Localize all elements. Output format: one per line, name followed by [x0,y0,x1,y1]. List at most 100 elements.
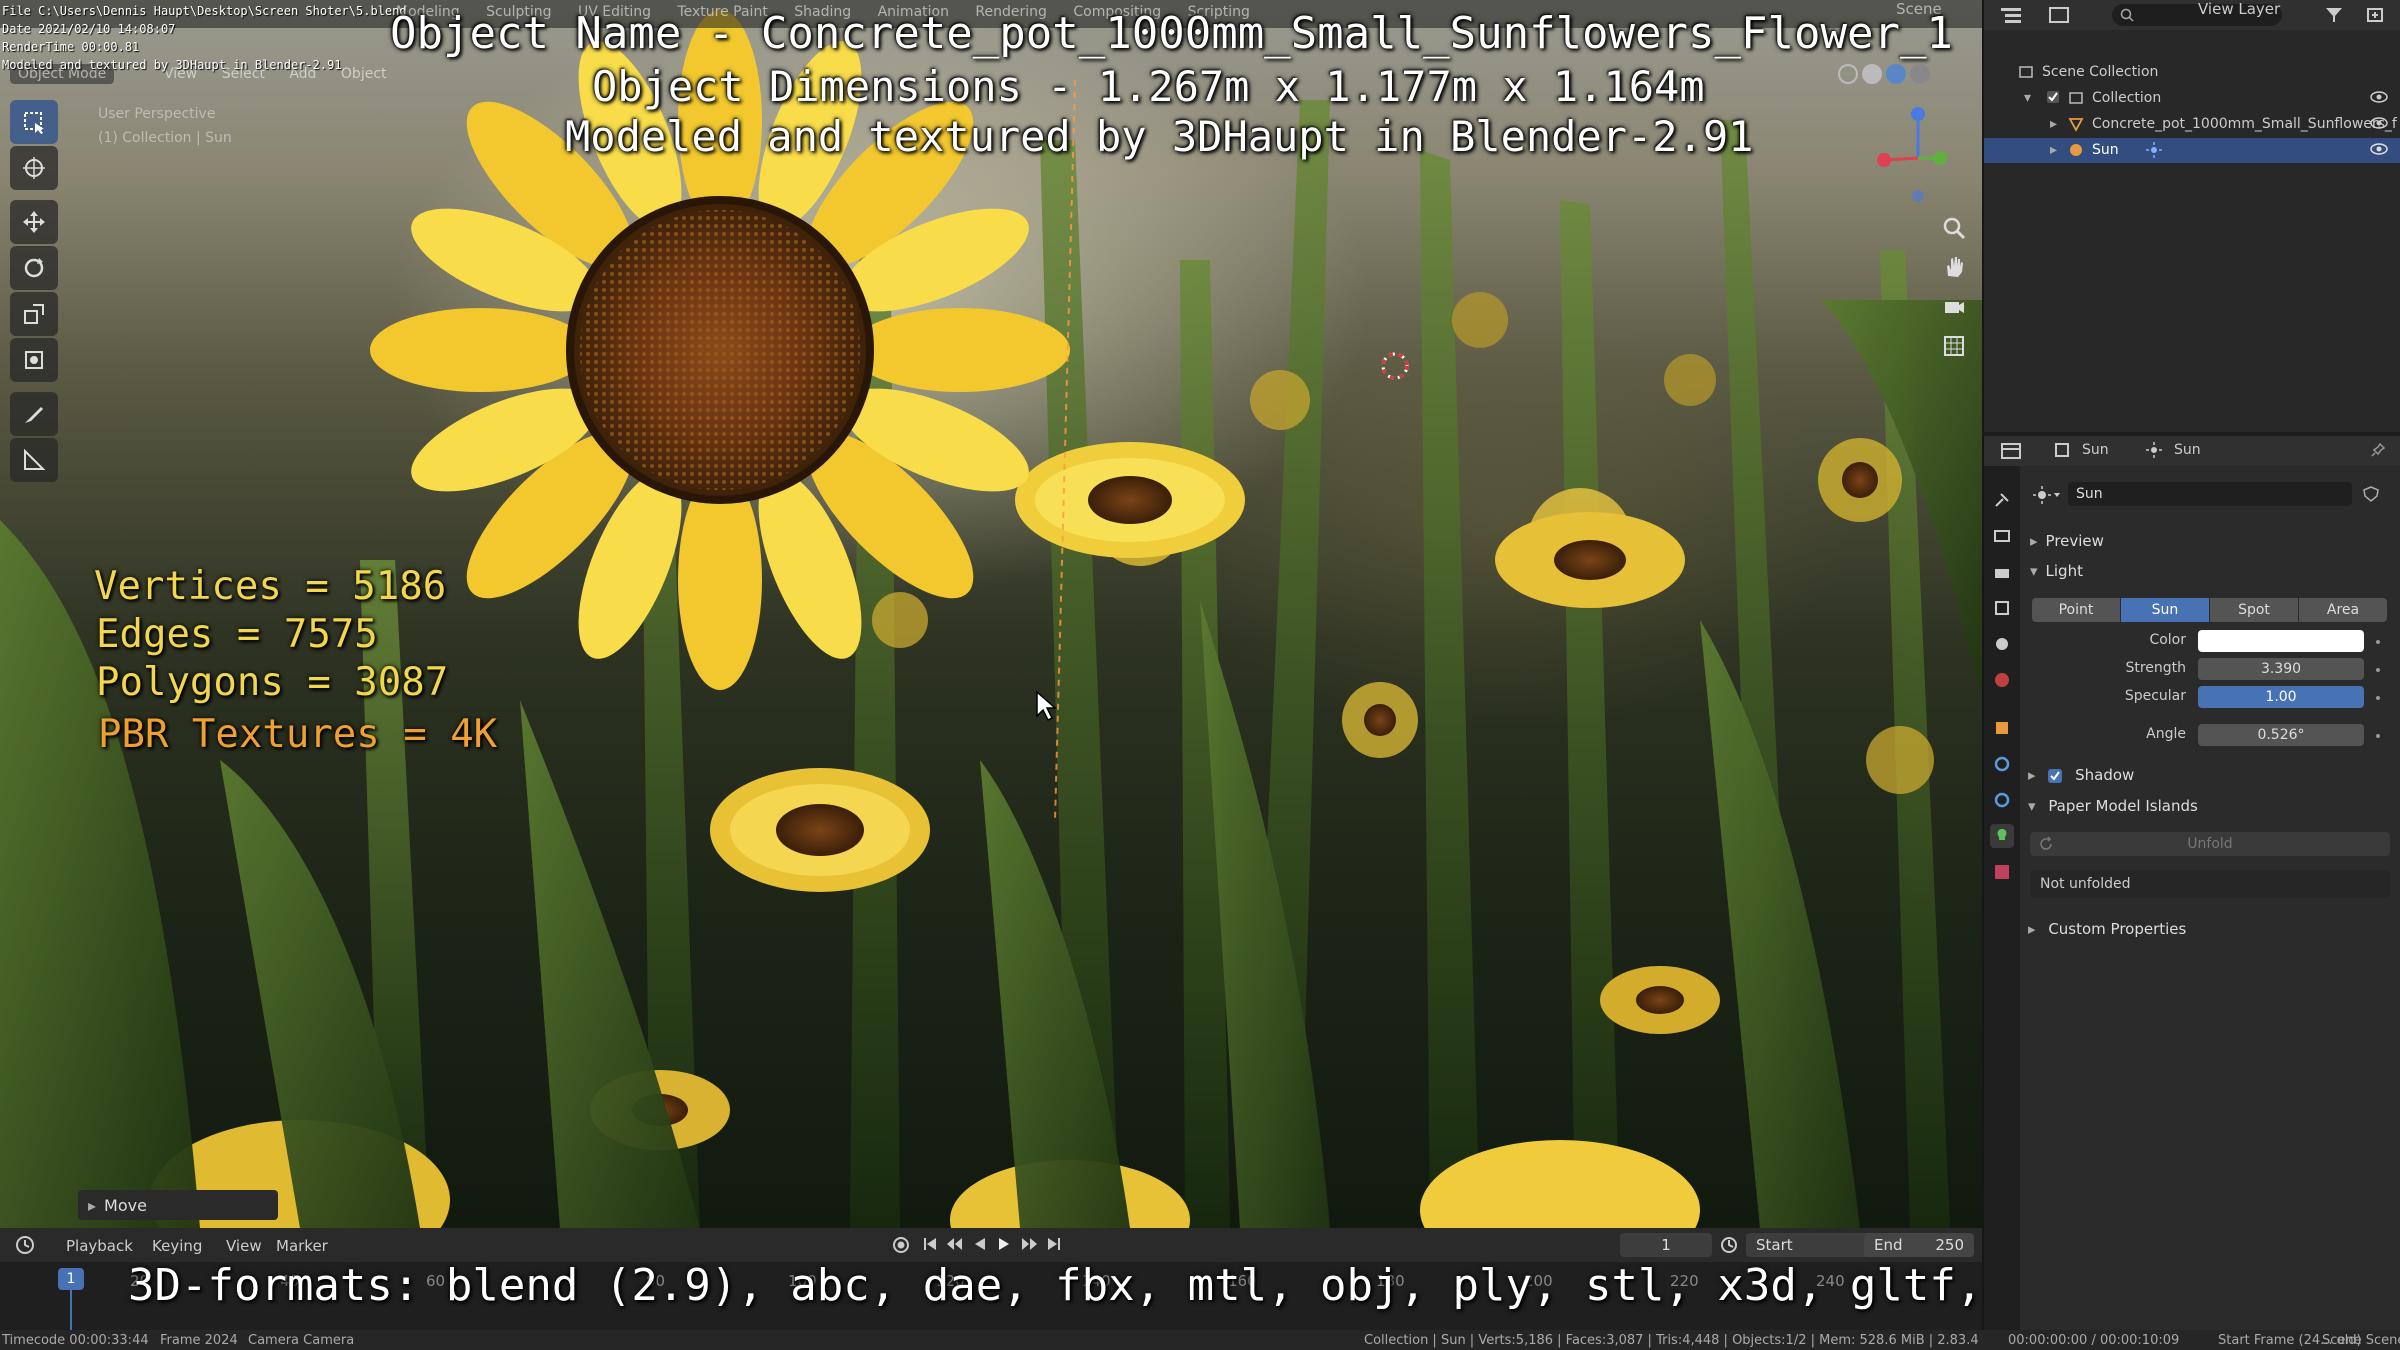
constraints-tab-icon[interactable] [1990,788,2014,812]
angle-field[interactable]: 0.526° [2198,724,2364,746]
play-icon[interactable] [996,1236,1012,1256]
playback-menu[interactable]: Playback [66,1237,133,1255]
shadow-section[interactable]: ▸ Shadow [2028,766,2134,784]
play-reverse-icon[interactable] [972,1236,988,1256]
transform-tool[interactable] [10,338,58,382]
end-frame-field[interactable]: End 250 [1864,1233,1974,1257]
outliner-row-scene-collection[interactable]: Scene Collection [1984,60,2400,85]
keyframe-dot-icon[interactable] [2376,734,2380,738]
modifier-tab-icon[interactable] [1990,752,2014,776]
render-tab-icon[interactable] [1990,524,2014,548]
move-tool[interactable] [10,200,58,244]
measure-tool[interactable] [10,438,58,482]
light-type-area[interactable]: Area [2299,598,2387,622]
output-tab-icon[interactable] [1990,560,2014,584]
light-type-point[interactable]: Point [2032,598,2120,622]
visibility-eye-icon[interactable] [2370,90,2388,104]
end-value: 250 [1935,1236,1964,1254]
preview-range-icon[interactable] [1720,1236,1738,1258]
paper-model-label: Paper Model Islands [2048,797,2198,815]
rendered-shading-icon[interactable] [1910,64,1930,84]
color-swatch[interactable] [2198,630,2364,652]
current-frame-field[interactable]: 1 [1620,1233,1712,1257]
strength-field[interactable]: 3.390 [2198,658,2364,680]
polygons-stat: Polygons = 3087 [96,660,449,705]
wireframe-shading-icon[interactable] [1838,64,1858,84]
scene-stats-text: Collection | Sun | Verts:5,186 | Faces:3… [1364,1333,1979,1348]
camera-view-icon[interactable] [1936,288,1972,324]
material-shading-icon[interactable] [1886,64,1906,84]
jump-start-icon[interactable] [922,1236,938,1256]
keyframe-dot-icon[interactable] [2376,696,2380,700]
move-icon [23,211,45,233]
editor-type-icon[interactable] [2000,6,2022,28]
light-label: Light [2045,562,2083,580]
custom-properties-label: Custom Properties [2048,920,2187,938]
select-box-tool[interactable] [10,100,58,144]
fake-user-shield-icon[interactable] [2362,485,2380,507]
expand-arrow-icon[interactable]: ▸ [2050,142,2057,158]
filter-icon[interactable] [2324,6,2344,28]
light-type-icon[interactable] [2032,485,2062,509]
custom-properties-section[interactable]: ▸ Custom Properties [2028,920,2186,938]
cursor-tool[interactable] [10,146,58,190]
prev-keyframe-icon[interactable] [946,1236,964,1256]
light-section[interactable]: ▾ Light [2030,562,2083,580]
outliner-row-sun[interactable]: ▸ Sun [1984,138,2400,163]
rotate-tool[interactable] [10,246,58,290]
texture-tab-icon[interactable] [1990,860,2014,884]
light-type-sun[interactable]: Sun [2121,598,2209,622]
preview-section[interactable]: ▸ Preview [2030,532,2104,550]
editor-type-icon[interactable] [2000,442,2022,464]
view-layer-tab-icon[interactable] [1990,596,2014,620]
scale-tool[interactable] [10,292,58,336]
edges-stat: Edges = 7575 [96,612,378,657]
checkbox-icon[interactable] [2046,90,2060,108]
datablock-row: Sun [2028,482,2394,508]
sun-label: Sun [2092,142,2119,158]
keying-menu[interactable]: Keying [152,1237,202,1255]
view-layer-label[interactable]: View Layer [2198,0,2280,18]
next-keyframe-icon[interactable] [1020,1236,1038,1256]
unfold-label: Unfold [2187,836,2233,852]
navigation-gizmo[interactable] [1860,96,1960,206]
outliner[interactable]: Scene Collection ▾ Collection ▸ Concrete… [1982,0,2400,432]
expand-arrow-icon[interactable]: ▸ [2050,116,2057,132]
tool-tab-icon[interactable] [1990,488,2014,512]
unfold-button[interactable]: Unfold [2030,832,2390,856]
marker-menu[interactable]: Marker [276,1237,328,1255]
object-tab-icon[interactable] [1990,716,2014,740]
3d-viewport[interactable]: Modeling Sculpting UV Editing Texture Pa… [0,0,1982,1228]
zoom-icon[interactable] [1936,210,1972,246]
ortho-grid-icon[interactable] [1936,328,1972,364]
solid-shading-icon[interactable] [1862,64,1882,84]
outliner-row-object[interactable]: ▸ Concrete_pot_1000mm_Small_Sunflowers_f [1984,112,2400,137]
new-collection-icon[interactable] [2366,6,2386,28]
shadow-checkbox[interactable] [2048,768,2063,783]
angle-label: Angle [2146,726,2186,742]
datablock-name-field[interactable]: Sun [2068,482,2352,506]
specular-field[interactable]: 1.00 [2198,686,2364,708]
clock-icon[interactable] [14,1234,36,1260]
select-box-icon [24,112,44,134]
collapse-arrow-icon[interactable]: ▾ [2024,90,2031,106]
light-data-tab-icon[interactable] [1990,824,2014,848]
visibility-eye-icon[interactable] [2370,116,2388,130]
light-type-spot[interactable]: Spot [2210,598,2298,622]
scene-tab-icon[interactable] [1990,632,2014,656]
playhead[interactable]: 1 [58,1268,84,1290]
keyframe-dot-icon[interactable] [2376,668,2380,672]
record-icon[interactable] [892,1236,910,1258]
jump-end-icon[interactable] [1046,1236,1062,1256]
visibility-eye-icon[interactable] [2370,142,2388,156]
world-tab-icon[interactable] [1990,668,2014,692]
view-menu[interactable]: View [226,1237,262,1255]
last-operator-panel[interactable]: ▸ Move [78,1190,278,1220]
paper-model-section[interactable]: ▾ Paper Model Islands [2028,797,2198,815]
pin-icon[interactable] [2370,442,2386,462]
pan-hand-icon[interactable] [1936,248,1972,284]
annotate-tool[interactable] [10,392,58,436]
keyframe-dot-icon[interactable] [2376,640,2380,644]
outliner-row-collection[interactable]: ▾ Collection [1984,86,2400,111]
display-mode-icon[interactable] [2048,6,2070,28]
